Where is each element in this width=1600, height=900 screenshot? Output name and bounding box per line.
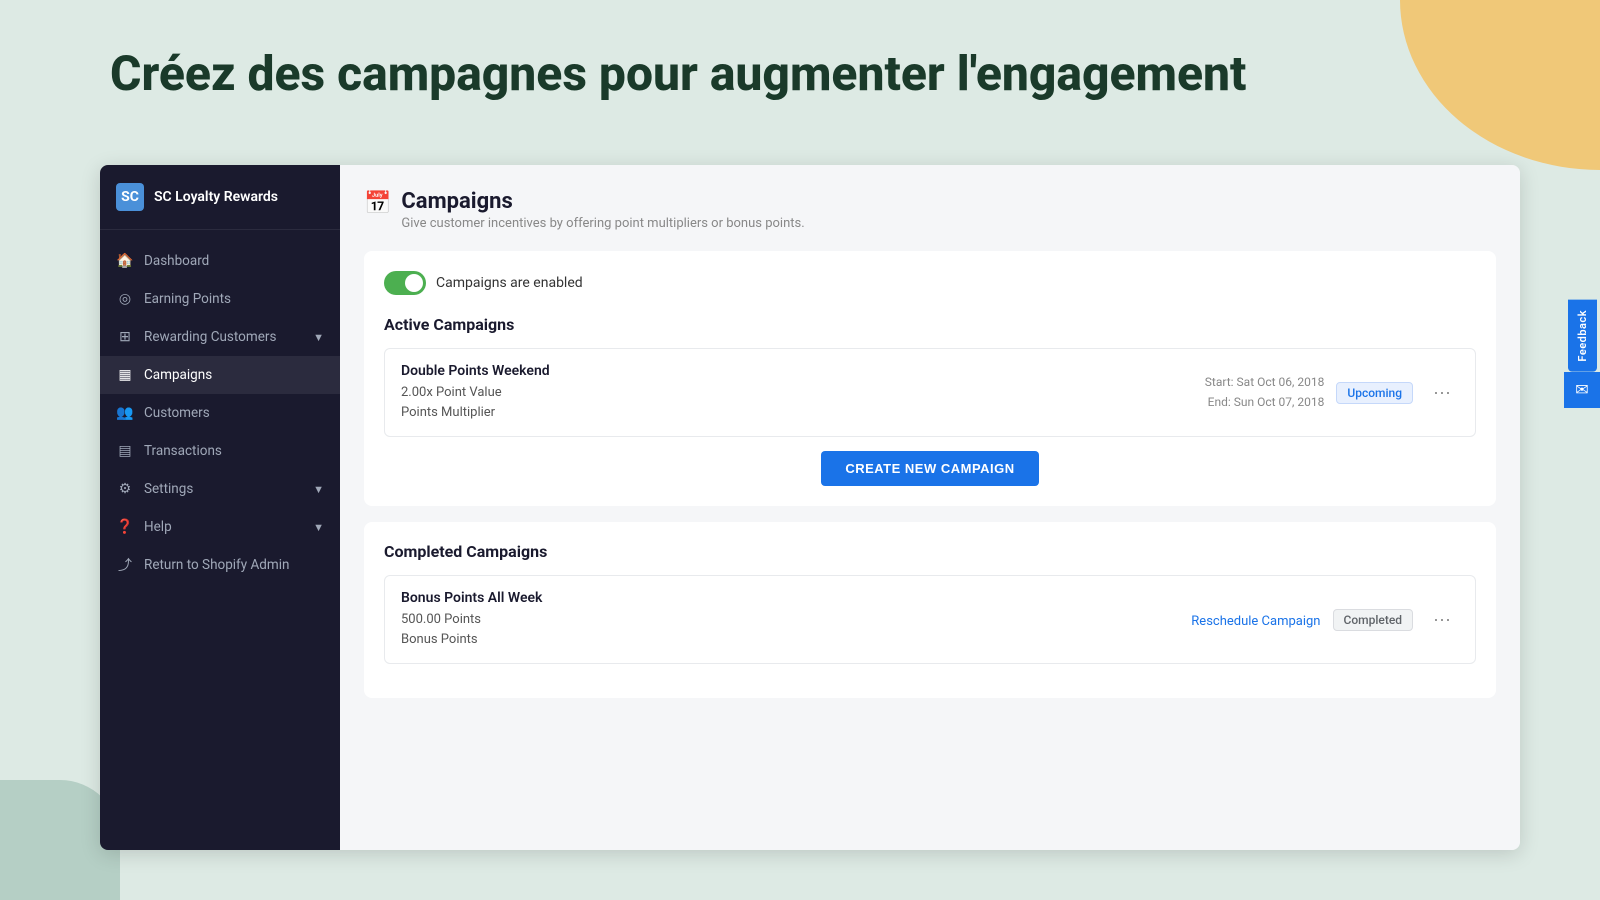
create-campaign-wrapper: CREATE NEW CAMPAIGN <box>384 451 1476 486</box>
sidebar-item-dashboard[interactable]: 🏠 Dashboard <box>100 242 340 280</box>
sidebar-item-label: Help <box>144 519 172 535</box>
sidebar-item-help[interactable]: ❓ Help ▼ <box>100 508 340 546</box>
more-options-button[interactable]: ··· <box>1425 605 1459 634</box>
sidebar-item-label: Campaigns <box>144 367 212 383</box>
campaign-meta: Reschedule Campaign Completed ··· <box>1191 605 1459 634</box>
reschedule-campaign-link[interactable]: Reschedule Campaign <box>1191 614 1320 629</box>
transactions-icon: ▤ <box>116 442 134 460</box>
sidebar-nav: 🏠 Dashboard ◎ Earning Points ⊞ Rewarding… <box>100 230 340 850</box>
sidebar-item-label: Customers <box>144 405 210 421</box>
more-options-button[interactable]: ··· <box>1425 378 1459 407</box>
sidebar-item-label: Earning Points <box>144 291 231 307</box>
sidebar-item-label: Return to Shopify Admin <box>144 557 290 573</box>
sidebar-item-label: Transactions <box>144 443 222 459</box>
table-row: Bonus Points All Week 500.00 Points Bonu… <box>384 575 1476 664</box>
sidebar-item-label: Rewarding Customers <box>144 329 276 345</box>
completed-campaigns-section-card: Completed Campaigns Bonus Points All Wee… <box>364 522 1496 698</box>
campaign-meta: Start: Sat Oct 06, 2018 End: Sun Oct 07,… <box>1205 373 1459 411</box>
campaign-detail1: 500.00 Points <box>401 610 542 630</box>
feedback-icon-box[interactable]: ✉ <box>1564 372 1600 408</box>
campaign-start-date: Start: Sat Oct 06, 2018 <box>1205 373 1325 392</box>
sidebar-item-rewarding-customers[interactable]: ⊞ Rewarding Customers ▼ <box>100 318 340 356</box>
campaign-name: Double Points Weekend <box>401 363 550 379</box>
app-container: SC SC Loyalty Rewards 🏠 Dashboard ◎ Earn… <box>100 165 1520 850</box>
chevron-down-icon: ▼ <box>313 331 324 344</box>
settings-icon: ⚙ <box>116 480 134 498</box>
status-badge: Completed <box>1333 609 1414 631</box>
sidebar-item-earning-points[interactable]: ◎ Earning Points <box>100 280 340 318</box>
sidebar-item-campaigns[interactable]: ▦ Campaigns <box>100 356 340 394</box>
corner-decoration <box>1400 0 1600 170</box>
page-header: 📅 Campaigns Give customer incentives by … <box>364 189 1496 231</box>
campaigns-section-card: Campaigns are enabled Active Campaigns D… <box>364 251 1496 506</box>
campaign-dates: Start: Sat Oct 06, 2018 End: Sun Oct 07,… <box>1205 373 1325 411</box>
rewarding-icon: ⊞ <box>116 328 134 346</box>
sidebar-item-return-shopify[interactable]: ⤴ Return to Shopify Admin <box>100 546 340 584</box>
status-badge: Upcoming <box>1336 382 1413 404</box>
campaigns-icon: ▦ <box>116 366 134 384</box>
app-name: SC Loyalty Rewards <box>154 189 278 205</box>
campaign-detail1: 2.00x Point Value <box>401 383 550 403</box>
toggle-label: Campaigns are enabled <box>436 275 583 291</box>
earning-points-icon: ◎ <box>116 290 134 308</box>
hero-title: Créez des campagnes pour augmenter l'eng… <box>110 45 1350 103</box>
return-icon: ⤴ <box>116 556 134 574</box>
page-subtitle: Give customer incentives by offering poi… <box>401 216 804 231</box>
completed-campaigns-title: Completed Campaigns <box>384 542 1476 561</box>
create-campaign-button[interactable]: CREATE NEW CAMPAIGN <box>821 451 1038 486</box>
table-row: Double Points Weekend 2.00x Point Value … <box>384 348 1476 437</box>
page-title: Campaigns <box>401 189 804 214</box>
chevron-down-icon: ▼ <box>313 521 324 534</box>
main-content: 📅 Campaigns Give customer incentives by … <box>340 165 1520 850</box>
active-campaigns-title: Active Campaigns <box>384 315 1476 334</box>
campaign-actions: Reschedule Campaign <box>1191 610 1320 629</box>
sidebar: SC SC Loyalty Rewards 🏠 Dashboard ◎ Earn… <box>100 165 340 850</box>
dashboard-icon: 🏠 <box>116 252 134 270</box>
sidebar-item-label: Settings <box>144 481 193 497</box>
campaign-name: Bonus Points All Week <box>401 590 542 606</box>
campaign-info: Bonus Points All Week 500.00 Points Bonu… <box>401 590 542 649</box>
campaign-end-date: End: Sun Oct 07, 2018 <box>1205 393 1325 412</box>
app-logo: SC <box>116 183 144 211</box>
page-header-text: Campaigns Give customer incentives by of… <box>401 189 804 231</box>
sidebar-item-customers[interactable]: 👥 Customers <box>100 394 340 432</box>
sidebar-item-transactions[interactable]: ▤ Transactions <box>100 432 340 470</box>
sidebar-item-settings[interactable]: ⚙ Settings ▼ <box>100 470 340 508</box>
campaign-detail2: Points Multiplier <box>401 403 550 423</box>
campaigns-toggle[interactable] <box>384 271 426 295</box>
campaign-info: Double Points Weekend 2.00x Point Value … <box>401 363 550 422</box>
feedback-button[interactable]: Feedback <box>1568 300 1597 372</box>
campaigns-page-icon: 📅 <box>364 191 391 216</box>
customers-icon: 👥 <box>116 404 134 422</box>
sidebar-item-label: Dashboard <box>144 253 209 269</box>
sidebar-header: SC SC Loyalty Rewards <box>100 165 340 230</box>
campaign-detail2: Bonus Points <box>401 630 542 650</box>
toggle-row: Campaigns are enabled <box>384 271 1476 295</box>
chevron-down-icon: ▼ <box>313 483 324 496</box>
feedback-tab-wrapper: Feedback ✉ <box>1564 300 1600 408</box>
help-icon: ❓ <box>116 518 134 536</box>
feedback-icon: ✉ <box>1575 380 1588 399</box>
